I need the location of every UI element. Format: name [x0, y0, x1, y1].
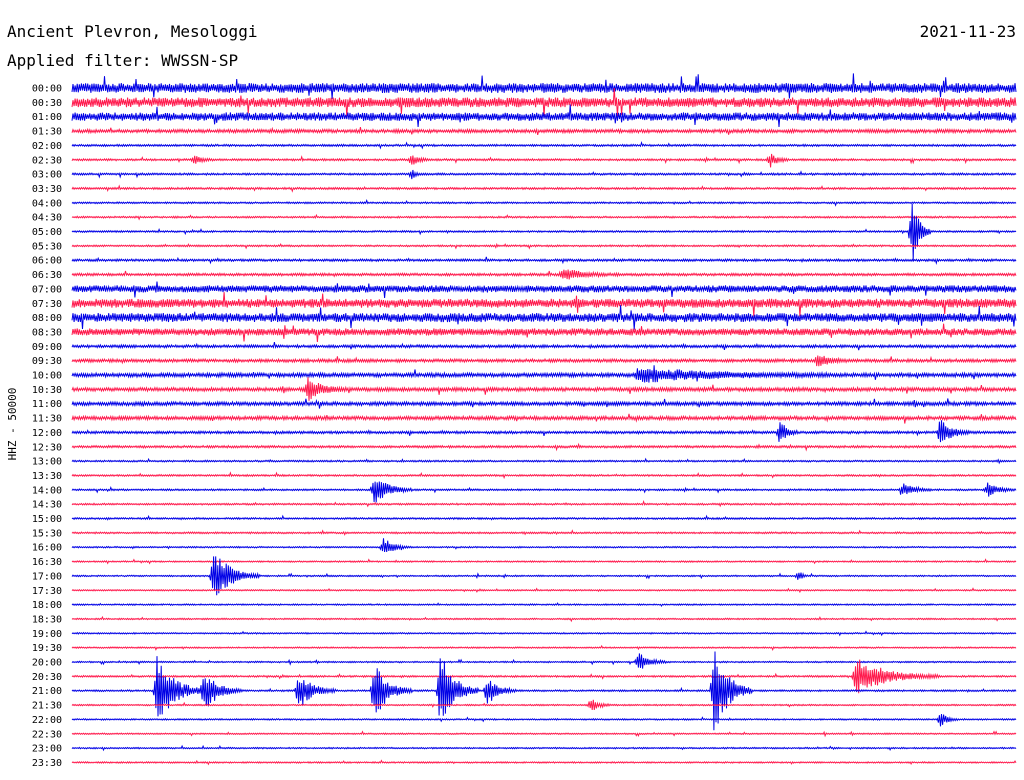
trace-line [71, 644, 1017, 652]
trace-line [71, 630, 1017, 637]
time-tick-label: 07:30 [32, 299, 62, 310]
trace-line [71, 292, 1017, 317]
trace-line [71, 199, 1017, 207]
trace-line [71, 281, 1017, 299]
time-tick-label: 15:00 [32, 514, 62, 525]
time-tick-label: 18:00 [32, 600, 62, 611]
time-tick-label: 11:00 [32, 399, 62, 410]
trace-line [71, 759, 1017, 766]
time-tick-label: 04:30 [32, 213, 62, 224]
time-tick-label: 10:00 [32, 371, 62, 382]
time-tick-label: 20:00 [32, 658, 62, 669]
trace-line [71, 341, 1017, 351]
trace-line [71, 355, 1017, 367]
trace-line [71, 256, 1017, 265]
trace-line [71, 713, 1017, 727]
time-tick-label: 23:30 [32, 758, 62, 769]
time-tick-label: 14:30 [32, 500, 62, 511]
trace-line [71, 213, 1017, 221]
time-tick-label: 19:30 [32, 643, 62, 654]
time-tick-label: 22:30 [32, 729, 62, 740]
time-tick-label: 16:30 [32, 557, 62, 568]
trace-line [71, 587, 1017, 594]
time-tick-label: 06:30 [32, 270, 62, 281]
time-tick-label: 00:00 [32, 84, 62, 95]
trace-line [71, 73, 1017, 99]
time-tick-label: 11:30 [32, 414, 62, 425]
trace-line [71, 242, 1017, 250]
trace-line [71, 514, 1017, 521]
trace-line [71, 538, 1017, 553]
trace-line [71, 126, 1017, 136]
time-tick-label: 12:00 [32, 428, 62, 439]
time-tick-label: 08:30 [32, 327, 62, 338]
time-tick-label: 02:00 [32, 141, 62, 152]
time-tick-label: 07:00 [32, 284, 62, 295]
trace-line [71, 420, 1017, 443]
time-tick-label: 06:00 [32, 256, 62, 267]
trace-line [71, 269, 1017, 280]
time-tick-label: 16:00 [32, 543, 62, 554]
time-tick-label: 00:30 [32, 98, 62, 109]
trace-line [71, 744, 1017, 752]
trace-line [71, 442, 1017, 452]
time-tick-label: 17:30 [32, 586, 62, 597]
y-axis-label: HHZ - 50000 [6, 388, 19, 461]
trace-line [71, 602, 1017, 607]
trace-line [71, 153, 1017, 168]
time-tick-label: 21:30 [32, 701, 62, 712]
trace-line [71, 730, 1017, 738]
trace-line [71, 323, 1017, 342]
time-tick-label: 20:30 [32, 672, 62, 683]
trace-line [71, 377, 1017, 401]
trace-line [71, 457, 1017, 465]
trace-line [71, 615, 1017, 623]
trace-line [71, 365, 1017, 383]
trace-line [71, 169, 1017, 180]
time-tick-label: 18:30 [32, 614, 62, 625]
trace-line [71, 499, 1017, 508]
time-tick-label: 02:30 [32, 155, 62, 166]
time-tick-label: 03:30 [32, 184, 62, 195]
time-tick-label: 10:30 [32, 385, 62, 396]
time-tick-label: 01:30 [32, 127, 62, 138]
time-tick-label: 22:00 [32, 715, 62, 726]
trace-line [71, 699, 1017, 710]
trace-line [71, 184, 1017, 193]
time-tick-label: 14:00 [32, 485, 62, 496]
trace-line [71, 203, 1017, 261]
trace-line [71, 305, 1017, 330]
trace-line [71, 481, 1017, 503]
helicorder-plot: HHZ - 50000 00:00 00:30 01:00 01:30 02:00 02:3… [6, 73, 1017, 769]
time-tick-label: 13:30 [32, 471, 62, 482]
trace-line [71, 413, 1017, 424]
trace-line [71, 653, 1017, 669]
time-tick-label: 23:00 [32, 744, 62, 755]
time-tick-label: 04:00 [32, 198, 62, 209]
time-tick-label: 05:30 [32, 241, 62, 252]
trace-line [71, 141, 1017, 150]
time-tick-label: 19:00 [32, 629, 62, 640]
time-tick-label: 09:30 [32, 356, 62, 367]
time-tick-label: 08:00 [32, 313, 62, 324]
time-tick-label: 05:00 [32, 227, 62, 238]
time-tick-label: 12:30 [32, 442, 62, 453]
trace-line [71, 398, 1017, 409]
trace-line [71, 471, 1017, 480]
time-tick-label: 03:00 [32, 170, 62, 181]
time-tick-label: 01:00 [32, 112, 62, 123]
time-tick-label: 13:00 [32, 457, 62, 468]
time-tick-label: 21:00 [32, 686, 62, 697]
time-tick-label: 15:30 [32, 528, 62, 539]
trace-line [71, 529, 1017, 536]
time-tick-label: 09:00 [32, 342, 62, 353]
time-tick-label: 17:00 [32, 571, 62, 582]
